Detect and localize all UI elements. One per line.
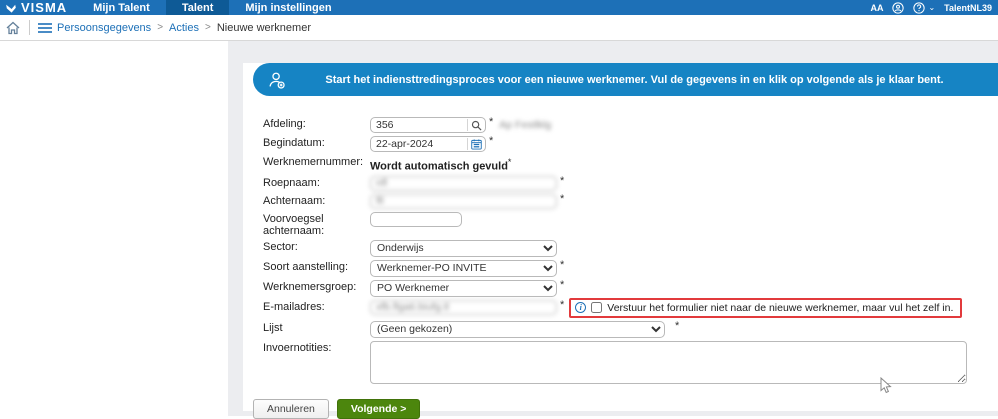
highlight-red-box: i Verstuur het formulier niet naar de ni… [569, 297, 963, 318]
visma-swoosh-icon [6, 4, 16, 13]
add-person-icon [269, 72, 285, 89]
begindatum-label: Begindatum: [263, 137, 325, 149]
invoernotities-label: Invoernotities: [263, 341, 332, 354]
field-row-begindatum: Begindatum: * [263, 136, 998, 152]
field-row-sector: Sector: Onderwijs [263, 239, 998, 257]
fill-yourself-checkbox[interactable] [591, 302, 603, 314]
required-asterisk: * [507, 157, 512, 167]
search-icon[interactable] [467, 119, 485, 131]
divider [29, 20, 30, 35]
home-icon[interactable] [5, 20, 21, 36]
new-employee-card: Start het indiensttredingsproces voor ee… [243, 63, 998, 419]
visma-logo[interactable]: VISMA [0, 0, 77, 15]
required-asterisk: * [489, 135, 494, 147]
voorvoegsel-input[interactable] [370, 211, 462, 227]
required-asterisk: * [489, 116, 494, 128]
afdeling-label: Afdeling: [263, 118, 306, 130]
required-asterisk: * [560, 174, 565, 187]
werknemersgroep-select[interactable]: PO Werknemer [370, 279, 557, 297]
werknemernummer-label: Werknemernummer: [263, 156, 364, 168]
help-icon [913, 1, 926, 14]
field-row-roepnaam: Roepnaam: * [263, 174, 998, 191]
new-employee-form: Afdeling: * Ap Festlklg Begindatum [263, 117, 998, 384]
tenant-label: TalentNL39 [944, 2, 992, 13]
voorvoegsel-label: Voorvoegsel achternaam: [263, 212, 325, 237]
field-row-voorvoegsel: Voorvoegsel achternaam: [263, 211, 998, 237]
tab-mijn-instellingen[interactable]: Mijn instellingen [229, 0, 347, 15]
breadcrumb: Persoonsgegevens > Acties > Nieuwe werkn… [0, 15, 998, 41]
afdeling-input[interactable] [371, 118, 467, 132]
field-row-lijst: Lijst (Geen gekozen) * [263, 319, 998, 338]
werknemernummer-static: Wordt automatisch gevuld* [370, 157, 512, 173]
top-navbar: VISMA Mijn Talent Talent Mijn instelling… [0, 0, 998, 15]
required-asterisk: * [560, 192, 565, 205]
field-row-werknemernummer: Werknemernummer: Wordt automatisch gevul… [263, 155, 998, 173]
soort-aanstelling-label: Soort aanstelling: [263, 260, 348, 273]
required-asterisk: * [560, 278, 565, 291]
breadcrumb-acties[interactable]: Acties [169, 22, 199, 34]
menu-icon[interactable] [38, 22, 52, 33]
roepnaam-label: Roepnaam: [263, 176, 320, 189]
achternaam-input[interactable] [370, 193, 557, 209]
roepnaam-input[interactable] [370, 175, 557, 191]
tab-mijn-talent[interactable]: Mijn Talent [77, 0, 166, 15]
calendar-icon[interactable] [467, 138, 485, 150]
required-asterisk: * [675, 319, 680, 332]
chevron-down-icon: ⌄ [928, 3, 936, 12]
emailadres-label: E-mailadres: [263, 300, 325, 313]
brand-text: VISMA [21, 0, 68, 15]
required-asterisk: * [560, 298, 565, 311]
field-row-emailadres: E-mailadres: * i Verstuur het formulier … [263, 297, 998, 318]
field-row-achternaam: Achternaam: * [263, 192, 998, 209]
left-panel [0, 41, 228, 416]
help-menu[interactable]: ⌄ [913, 1, 936, 14]
sector-select[interactable]: Onderwijs [370, 239, 557, 257]
content-area: Start het indiensttredingsproces voor ee… [228, 41, 998, 419]
begindatum-input[interactable] [371, 137, 467, 151]
breadcrumb-current: Nieuwe werknemer [216, 21, 311, 34]
intro-banner: Start het indiensttredingsproces voor ee… [253, 63, 998, 96]
sector-label: Sector: [263, 240, 298, 253]
afdeling-ref-redacted: Ap Festlklg [499, 119, 552, 131]
emailadres-input[interactable] [370, 299, 557, 315]
field-row-invoernotities: Invoernotities: [263, 340, 998, 384]
invoernotities-textarea[interactable] [370, 340, 967, 384]
achternaam-label: Achternaam: [263, 194, 326, 207]
field-row-soort-aanstelling: Soort aanstelling: Werknemer-PO INVITE * [263, 258, 998, 277]
lijst-label: Lijst [263, 321, 283, 334]
breadcrumb-persoonsgegevens[interactable]: Persoonsgegevens [57, 22, 151, 34]
tab-talent[interactable]: Talent [165, 0, 230, 15]
soort-aanstelling-select[interactable]: Werknemer-PO INVITE [370, 259, 557, 277]
lijst-select[interactable]: (Geen gekozen) [370, 320, 665, 338]
werknemersgroep-label: Werknemersgroep: [263, 280, 357, 293]
profile-icon[interactable] [892, 1, 905, 14]
breadcrumb-separator: > [157, 22, 164, 33]
banner-message: Start het indiensttredingsproces voor ee… [325, 73, 944, 86]
fill-yourself-label: Verstuur het formulier niet naar de nieu… [607, 301, 954, 314]
font-size-icon[interactable]: AA [870, 3, 883, 13]
field-row-werknemersgroep: Werknemersgroep: PO Werknemer * [263, 278, 998, 297]
info-icon[interactable]: i [575, 302, 587, 314]
required-asterisk: * [560, 258, 565, 271]
field-row-afdeling: Afdeling: * Ap Festlklg [263, 117, 998, 133]
breadcrumb-separator: > [205, 22, 211, 33]
